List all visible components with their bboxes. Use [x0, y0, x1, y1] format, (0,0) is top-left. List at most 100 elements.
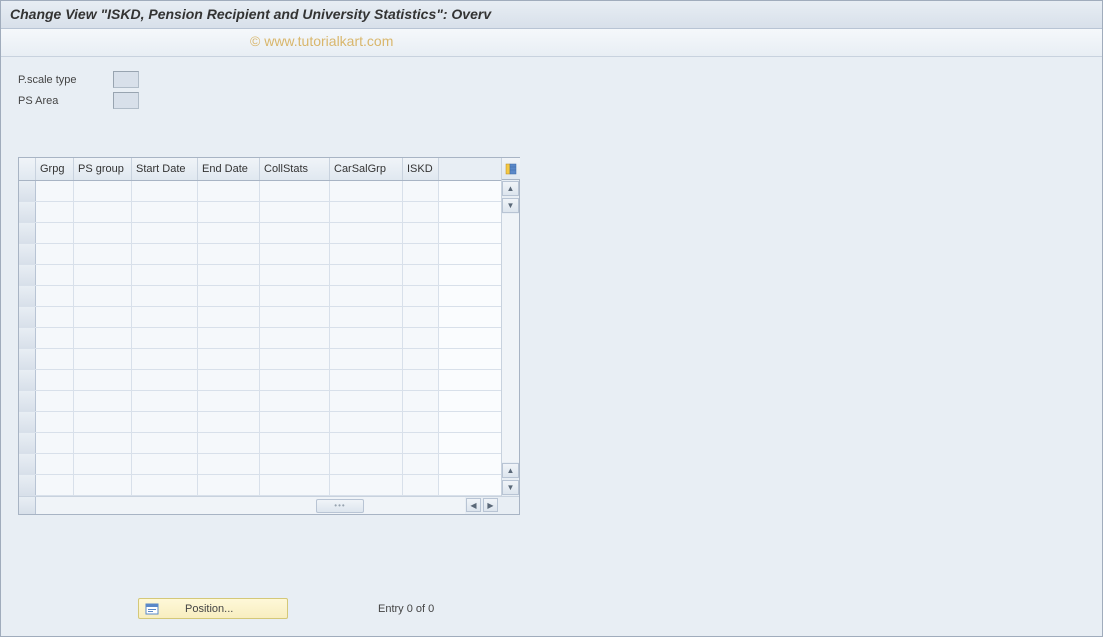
- cell-collstats[interactable]: [260, 181, 330, 201]
- cell-carsalgrp[interactable]: [330, 307, 403, 327]
- cell-psgroup[interactable]: [74, 370, 132, 390]
- cell-grpg[interactable]: [36, 244, 74, 264]
- cell-grpg[interactable]: [36, 475, 74, 495]
- column-header-psgroup[interactable]: PS group: [74, 158, 132, 180]
- cell-collstats[interactable]: [260, 412, 330, 432]
- row-selector[interactable]: [19, 265, 36, 285]
- cell-grpg[interactable]: [36, 223, 74, 243]
- row-selector[interactable]: [19, 391, 36, 411]
- row-selector[interactable]: [19, 412, 36, 432]
- cell-collstats[interactable]: [260, 370, 330, 390]
- cell-iskd[interactable]: [403, 328, 439, 348]
- cell-psgroup[interactable]: [74, 223, 132, 243]
- cell-psgroup[interactable]: [74, 328, 132, 348]
- table-row[interactable]: [19, 328, 501, 349]
- row-selector[interactable]: [19, 328, 36, 348]
- table-row[interactable]: [19, 307, 501, 328]
- column-header-enddate[interactable]: End Date: [198, 158, 260, 180]
- cell-grpg[interactable]: [36, 370, 74, 390]
- cell-psgroup[interactable]: [74, 181, 132, 201]
- scroll-up-button[interactable]: ▲: [502, 181, 519, 196]
- table-row[interactable]: [19, 391, 501, 412]
- cell-iskd[interactable]: [403, 181, 439, 201]
- table-row[interactable]: [19, 349, 501, 370]
- row-selector[interactable]: [19, 454, 36, 474]
- scroll-right-button[interactable]: ▶: [483, 498, 498, 512]
- cell-startdate[interactable]: [132, 370, 198, 390]
- cell-startdate[interactable]: [132, 475, 198, 495]
- cell-grpg[interactable]: [36, 454, 74, 474]
- column-header-iskd[interactable]: ISKD: [403, 158, 439, 180]
- scroll-down-button[interactable]: ▼: [502, 198, 519, 213]
- cell-psgroup[interactable]: [74, 307, 132, 327]
- cell-iskd[interactable]: [403, 223, 439, 243]
- cell-iskd[interactable]: [403, 307, 439, 327]
- cell-grpg[interactable]: [36, 433, 74, 453]
- table-row[interactable]: [19, 454, 501, 475]
- cell-grpg[interactable]: [36, 286, 74, 306]
- cell-iskd[interactable]: [403, 412, 439, 432]
- table-row[interactable]: [19, 265, 501, 286]
- cell-carsalgrp[interactable]: [330, 265, 403, 285]
- cell-startdate[interactable]: [132, 181, 198, 201]
- cell-carsalgrp[interactable]: [330, 433, 403, 453]
- cell-iskd[interactable]: [403, 433, 439, 453]
- cell-startdate[interactable]: [132, 286, 198, 306]
- cell-startdate[interactable]: [132, 391, 198, 411]
- cell-carsalgrp[interactable]: [330, 475, 403, 495]
- cell-grpg[interactable]: [36, 202, 74, 222]
- cell-startdate[interactable]: [132, 265, 198, 285]
- cell-grpg[interactable]: [36, 181, 74, 201]
- cell-iskd[interactable]: [403, 286, 439, 306]
- cell-psgroup[interactable]: [74, 433, 132, 453]
- vertical-scroll-track[interactable]: [502, 214, 519, 462]
- cell-collstats[interactable]: [260, 454, 330, 474]
- cell-grpg[interactable]: [36, 307, 74, 327]
- cell-iskd[interactable]: [403, 391, 439, 411]
- cell-carsalgrp[interactable]: [330, 391, 403, 411]
- cell-iskd[interactable]: [403, 244, 439, 264]
- cell-collstats[interactable]: [260, 391, 330, 411]
- row-selector[interactable]: [19, 475, 36, 495]
- table-row[interactable]: [19, 244, 501, 265]
- cell-carsalgrp[interactable]: [330, 412, 403, 432]
- cell-grpg[interactable]: [36, 391, 74, 411]
- position-button[interactable]: Position...: [138, 598, 288, 619]
- row-selector[interactable]: [19, 433, 36, 453]
- table-row[interactable]: [19, 370, 501, 391]
- cell-startdate[interactable]: [132, 454, 198, 474]
- cell-carsalgrp[interactable]: [330, 286, 403, 306]
- cell-collstats[interactable]: [260, 475, 330, 495]
- scroll-up-bottom-button[interactable]: ▲: [502, 463, 519, 478]
- table-config-button[interactable]: [502, 158, 520, 180]
- cell-iskd[interactable]: [403, 370, 439, 390]
- ps-area-input[interactable]: [113, 92, 139, 109]
- column-header-startdate[interactable]: Start Date: [132, 158, 198, 180]
- cell-psgroup[interactable]: [74, 454, 132, 474]
- cell-startdate[interactable]: [132, 244, 198, 264]
- cell-collstats[interactable]: [260, 286, 330, 306]
- cell-collstats[interactable]: [260, 202, 330, 222]
- cell-grpg[interactable]: [36, 349, 74, 369]
- cell-iskd[interactable]: [403, 349, 439, 369]
- cell-enddate[interactable]: [198, 202, 260, 222]
- cell-startdate[interactable]: [132, 433, 198, 453]
- table-row[interactable]: [19, 202, 501, 223]
- cell-collstats[interactable]: [260, 265, 330, 285]
- cell-enddate[interactable]: [198, 244, 260, 264]
- column-header-carsalgrp[interactable]: CarSalGrp: [330, 158, 403, 180]
- cell-enddate[interactable]: [198, 412, 260, 432]
- cell-iskd[interactable]: [403, 202, 439, 222]
- cell-collstats[interactable]: [260, 244, 330, 264]
- column-header-grpg[interactable]: Grpg: [36, 158, 74, 180]
- cell-startdate[interactable]: [132, 328, 198, 348]
- cell-collstats[interactable]: [260, 349, 330, 369]
- column-header-collstats[interactable]: CollStats: [260, 158, 330, 180]
- table-row[interactable]: [19, 412, 501, 433]
- cell-carsalgrp[interactable]: [330, 349, 403, 369]
- cell-enddate[interactable]: [198, 475, 260, 495]
- cell-carsalgrp[interactable]: [330, 181, 403, 201]
- cell-collstats[interactable]: [260, 433, 330, 453]
- cell-startdate[interactable]: [132, 202, 198, 222]
- cell-psgroup[interactable]: [74, 265, 132, 285]
